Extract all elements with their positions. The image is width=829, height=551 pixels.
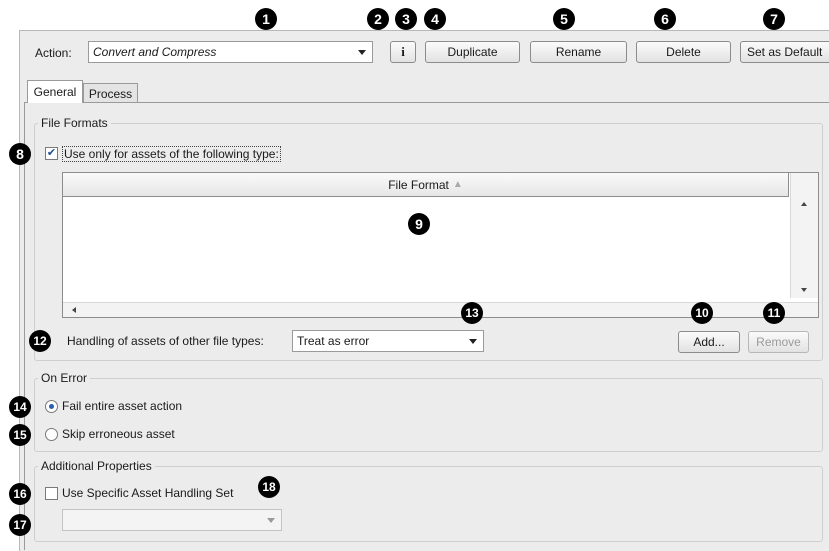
callout-marker: 2 (367, 8, 389, 30)
delete-button[interactable]: Delete (636, 41, 731, 63)
callout-marker: 4 (424, 8, 446, 30)
handling-select-value: Treat as error (297, 334, 370, 348)
scroll-down-icon[interactable] (801, 288, 807, 292)
checkmark-icon: ✔ (46, 147, 57, 159)
callout-marker: 16 (9, 483, 31, 505)
handling-set-select[interactable] (62, 509, 282, 531)
skip-erroneous-label: Skip erroneous asset (62, 427, 175, 441)
rename-button[interactable]: Rename (530, 41, 627, 63)
callout-marker: 18 (258, 476, 280, 498)
action-select[interactable]: Convert and Compress (88, 41, 373, 63)
action-label: Action: (35, 46, 72, 60)
chevron-down-icon (358, 50, 366, 55)
additional-properties-title: Additional Properties (38, 459, 155, 473)
scroll-up-icon[interactable] (801, 202, 807, 206)
scroll-left-icon[interactable] (72, 307, 76, 313)
on-error-title: On Error (38, 371, 91, 385)
callout-marker: 13 (461, 302, 483, 324)
vertical-scrollbar[interactable] (790, 173, 818, 298)
callout-marker: 12 (29, 330, 51, 352)
fail-entire-label: Fail entire asset action (62, 399, 183, 413)
tab-process[interactable]: Process (83, 83, 138, 103)
tab-content-border (24, 102, 25, 550)
info-icon: i (401, 44, 405, 59)
chevron-down-icon (267, 518, 275, 523)
callout-marker: 8 (9, 143, 31, 165)
callout-marker: 1 (255, 8, 277, 30)
chevron-down-icon (469, 339, 477, 344)
skip-erroneous-radio[interactable] (45, 428, 58, 441)
callout-marker: 9 (408, 213, 430, 235)
use-specific-checkbox[interactable] (45, 487, 58, 500)
column-header-label: File Format (388, 177, 449, 192)
column-header-file-format[interactable]: File Format ▲ (63, 173, 789, 197)
fail-entire-radio[interactable] (45, 400, 58, 413)
duplicate-button[interactable]: Duplicate (425, 41, 520, 63)
tab-general[interactable]: General (27, 80, 83, 103)
callout-marker: 17 (9, 514, 31, 536)
add-button[interactable]: Add... (678, 331, 740, 353)
callout-marker: 6 (654, 8, 676, 30)
handling-select[interactable]: Treat as error (292, 330, 484, 352)
callout-marker: 5 (553, 8, 575, 30)
callout-marker: 3 (395, 8, 417, 30)
file-formats-title: File Formats (38, 116, 111, 130)
file-format-table[interactable]: File Format ▲ (62, 172, 819, 318)
sort-ascending-icon: ▲ (452, 179, 463, 190)
set-as-default-button[interactable]: Set as Default (740, 41, 829, 63)
tab-strip-divider (24, 102, 829, 103)
callout-marker: 14 (9, 396, 31, 418)
info-button[interactable]: i (390, 41, 416, 63)
action-select-value: Convert and Compress (93, 45, 217, 59)
handling-label: Handling of assets of other file types: (67, 334, 264, 348)
use-only-label: Use only for assets of the following typ… (62, 146, 281, 162)
callout-marker: 10 (691, 302, 713, 324)
use-only-checkbox[interactable]: ✔ (45, 147, 58, 160)
callout-marker: 7 (763, 8, 785, 30)
use-specific-label: Use Specific Asset Handling Set (62, 486, 234, 500)
callout-marker: 11 (763, 302, 785, 324)
callout-marker: 15 (9, 424, 31, 446)
remove-button[interactable]: Remove (748, 331, 809, 353)
